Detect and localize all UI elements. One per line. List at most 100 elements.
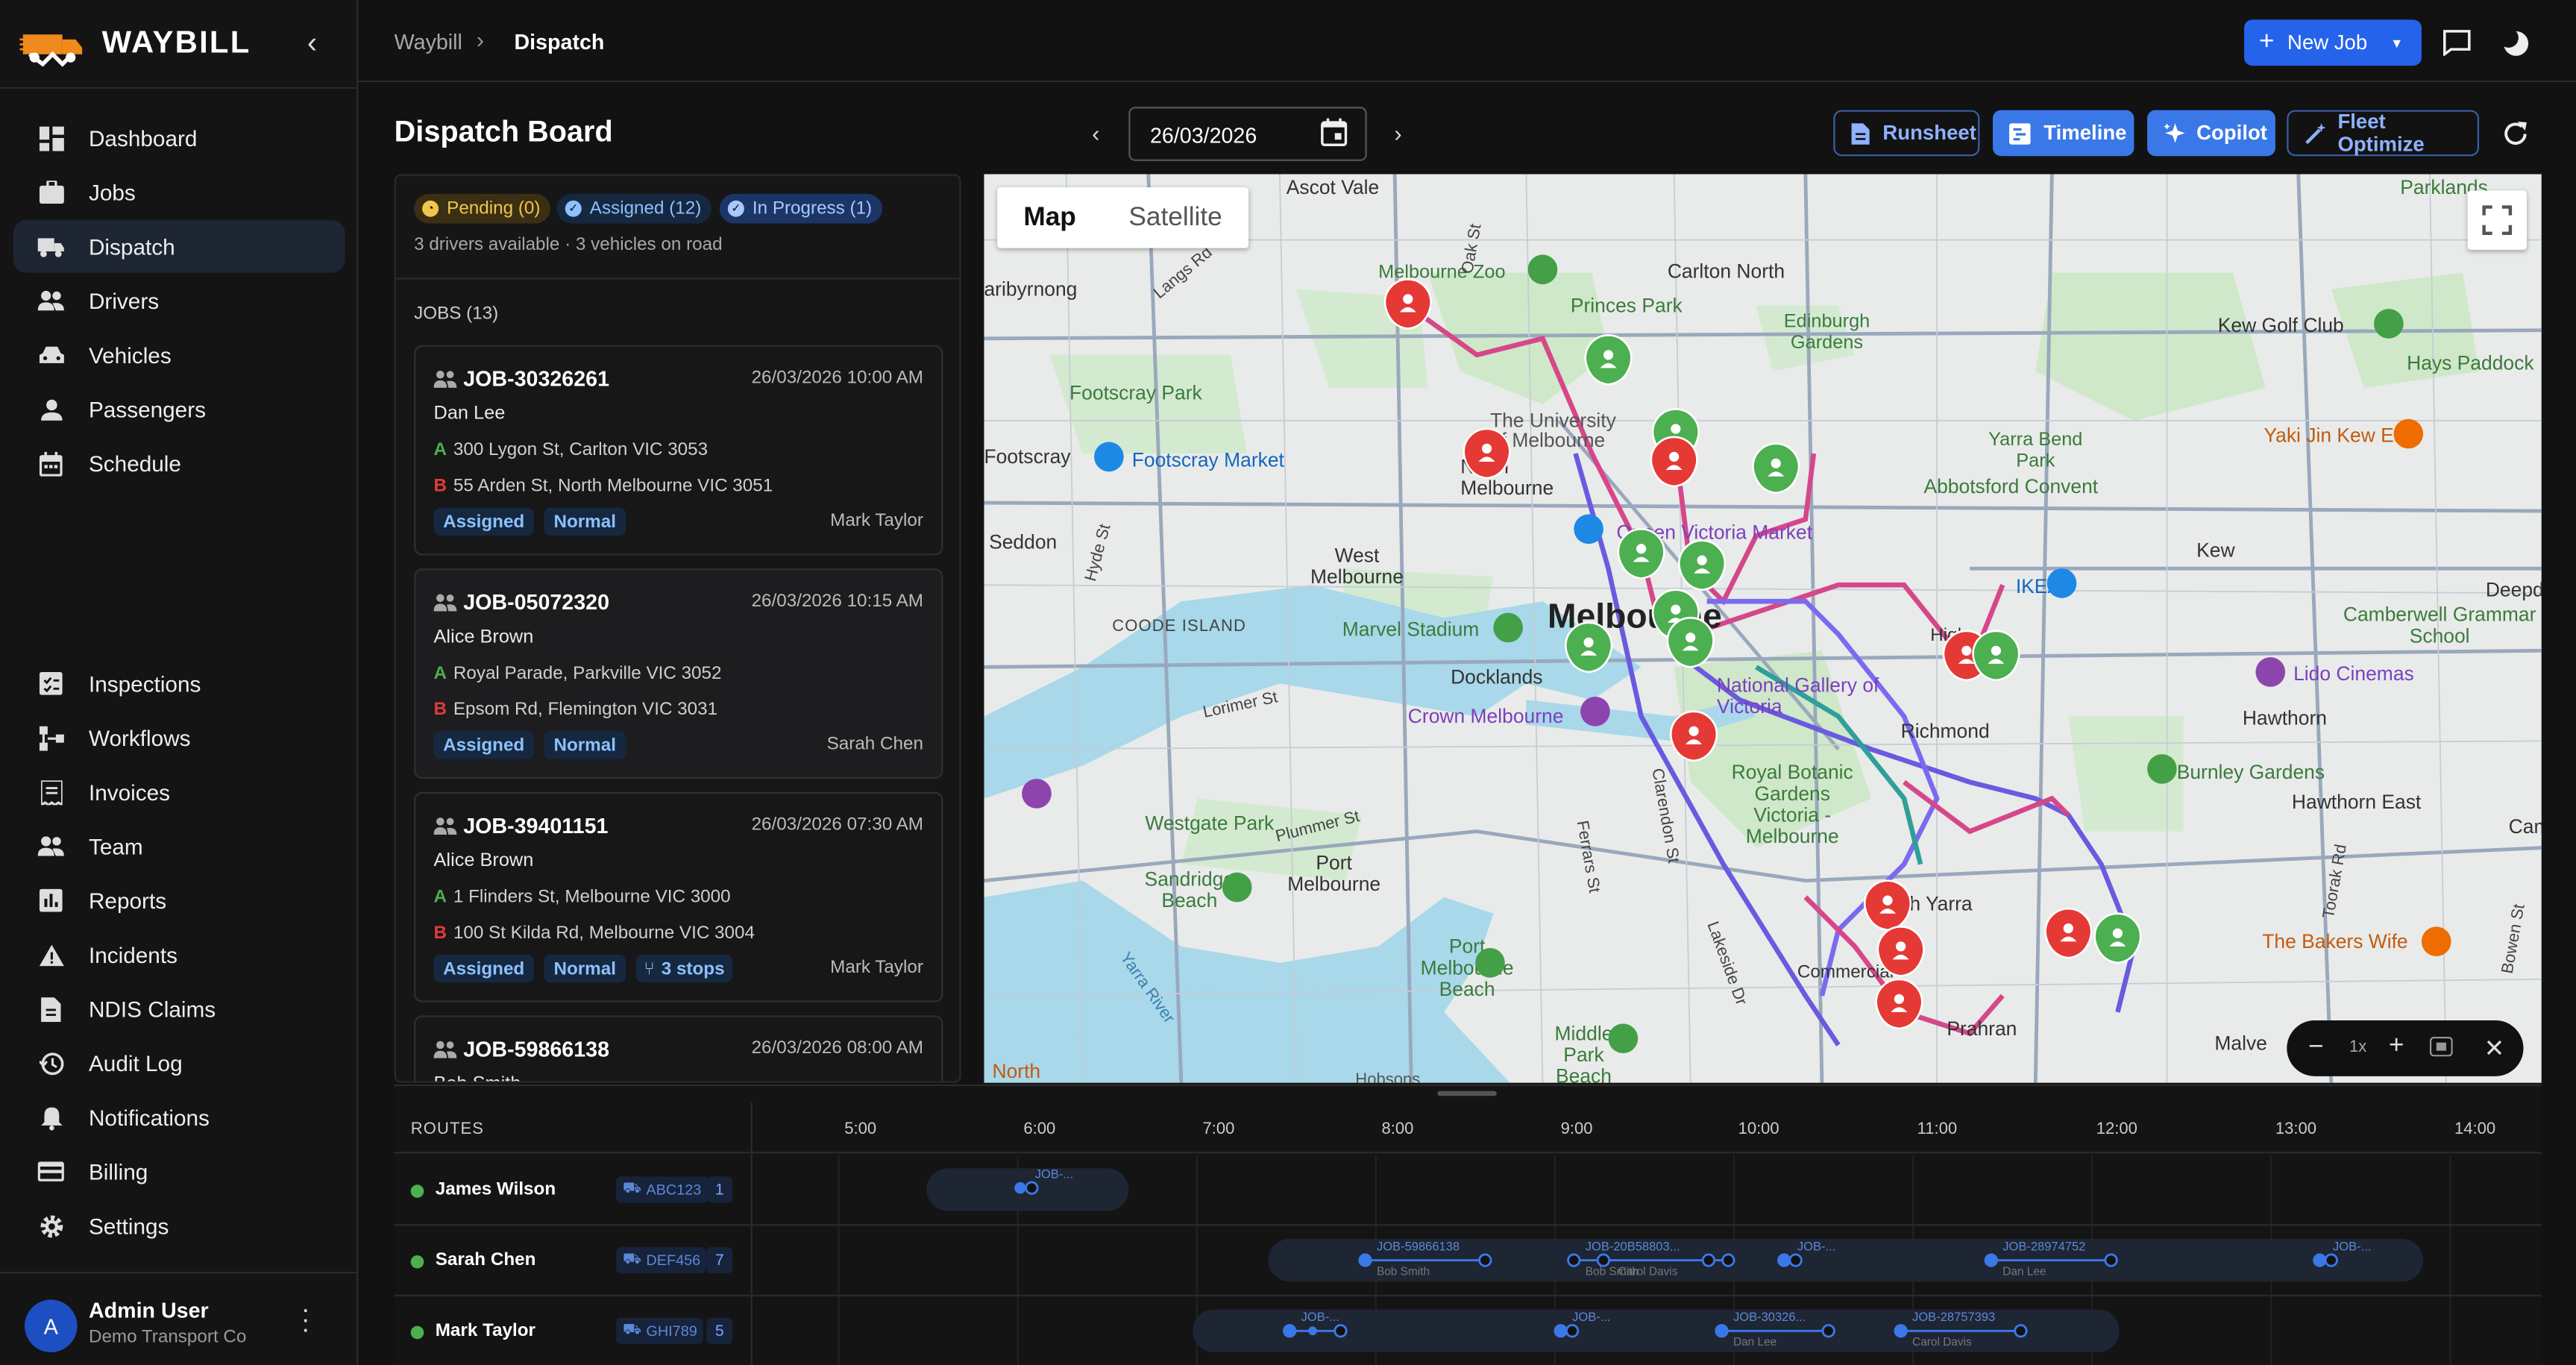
map-tab[interactable]: Map bbox=[997, 187, 1102, 248]
fullscreen-icon[interactable] bbox=[2467, 190, 2527, 250]
time-tick: 8:00 bbox=[1381, 1120, 1414, 1139]
job-id: JOB-30326261 bbox=[463, 366, 610, 392]
sidebar-item-inspections[interactable]: Inspections bbox=[13, 657, 345, 709]
job-card[interactable]: JOB-59866138 26/03/2026 08:00 AM Bob Smi… bbox=[414, 1015, 943, 1082]
dropdown-arrow-icon[interactable]: ▼ bbox=[2390, 35, 2403, 50]
sidebar-item-incidents[interactable]: Incidents bbox=[13, 929, 345, 981]
route-row[interactable]: Mark Taylor ⛟ GHI789 5 JOB-... JOB-... JO… bbox=[395, 1296, 2542, 1365]
playback-controls: − 1x + ✕ bbox=[2287, 1020, 2524, 1076]
satellite-tab[interactable]: Satellite bbox=[1102, 187, 1248, 248]
status-badge: Assigned bbox=[433, 507, 534, 536]
zoom-out-icon[interactable]: − bbox=[2308, 1034, 2324, 1064]
job-segment-label[interactable]: JOB-... bbox=[1572, 1310, 1610, 1325]
map-label: Queen Victoria Market bbox=[1616, 521, 1813, 545]
sidebar-item-ndis-claims[interactable]: NDIS Claims bbox=[13, 982, 345, 1035]
sidebar-item-team[interactable]: Team bbox=[13, 820, 345, 872]
group-icon bbox=[433, 818, 457, 835]
assigned-chip[interactable]: ✓ Assigned (12) bbox=[556, 193, 711, 224]
map-label: North bbox=[992, 1059, 1041, 1083]
job-card[interactable]: JOB-30326261 26/03/2026 10:00 AM Dan Lee… bbox=[414, 345, 943, 556]
job-segment-label[interactable]: JOB-30326... bbox=[1733, 1310, 1806, 1325]
map-label: Marvel Stadium bbox=[1342, 618, 1480, 641]
copilot-button[interactable]: Copilot bbox=[2147, 110, 2275, 157]
map-type-toggle: Map Satellite bbox=[997, 187, 1249, 248]
sidebar-item-billing[interactable]: Billing bbox=[13, 1145, 345, 1197]
route-bar[interactable]: JOB-... JOB-... JOB-30326... Dan Lee JOB… bbox=[1193, 1309, 2120, 1352]
magic-wand-icon bbox=[2305, 122, 2326, 144]
job-segment-label[interactable]: JOB-28757393 bbox=[1912, 1310, 1995, 1325]
zoom-in-icon[interactable]: + bbox=[2389, 1032, 2404, 1061]
pending-chip[interactable]: ◔ Pending (0) bbox=[414, 193, 550, 224]
job-datetime: 26/03/2026 10:00 AM bbox=[751, 368, 923, 388]
group-icon bbox=[433, 370, 457, 388]
job-segment-label[interactable]: JOB-20B58803... bbox=[1586, 1239, 1680, 1254]
refresh-icon[interactable] bbox=[2497, 115, 2533, 151]
status-dot bbox=[410, 1255, 424, 1269]
copilot-label: Copilot bbox=[2196, 122, 2267, 145]
fleet-optimize-button[interactable]: Fleet Optimize bbox=[2287, 110, 2480, 157]
job-segment-label[interactable]: JOB-59866138 bbox=[1377, 1239, 1460, 1254]
plus-icon: + bbox=[2258, 28, 2275, 56]
new-job-button[interactable]: + New Job ▼ bbox=[2244, 19, 2422, 66]
dispatch-map[interactable]: Ascot Vale Parklands Carlton North Melbo… bbox=[984, 174, 2542, 1083]
group-icon bbox=[433, 1041, 457, 1058]
app-logo[interactable]: WAYBILL bbox=[19, 16, 251, 72]
map-label: Melbourne Zoo bbox=[1378, 263, 1506, 283]
map-label: Footscray Market bbox=[1131, 448, 1284, 472]
sidebar-item-audit-log[interactable]: Audit Log bbox=[13, 1037, 345, 1089]
job-segment-passenger: Dan Lee bbox=[1732, 1337, 1777, 1349]
sidebar-item-reports[interactable]: Reports bbox=[13, 874, 345, 926]
job-segment-label[interactable]: JOB-... bbox=[1797, 1239, 1835, 1254]
sidebar-item-passengers[interactable]: Passengers bbox=[13, 383, 345, 435]
calendar-icon[interactable] bbox=[1321, 118, 1348, 151]
sidebar-item-invoices[interactable]: Invoices bbox=[13, 766, 345, 818]
sidebar-item-label: Inspections bbox=[88, 671, 201, 696]
avatar: A bbox=[25, 1299, 78, 1352]
sidebar-item-drivers[interactable]: Drivers bbox=[13, 274, 345, 327]
sidebar-item-settings[interactable]: Settings bbox=[13, 1199, 345, 1252]
sidebar-item-dashboard[interactable]: Dashboard bbox=[13, 112, 345, 164]
route-bar[interactable]: JOB-59866138 Bob Smith JOB-20B58803... B… bbox=[1268, 1238, 2424, 1282]
fleet-optimize-label: Fleet Optimize bbox=[2337, 110, 2425, 157]
job-card[interactable]: JOB-05072320 26/03/2026 10:15 AM Alice B… bbox=[414, 568, 943, 779]
timeline-header: ROUTES 5:00 6:00 7:00 8:00 9:00 10:00 11… bbox=[394, 1102, 2542, 1154]
next-date-icon[interactable]: › bbox=[1382, 115, 1415, 151]
user-profile[interactable]: A Admin User Demo Transport Co · · · bbox=[0, 1271, 359, 1365]
fit-screen-icon[interactable] bbox=[2429, 1036, 2453, 1061]
sidebar-item-dispatch[interactable]: Dispatch bbox=[13, 220, 345, 273]
sidebar-item-notifications[interactable]: Notifications bbox=[13, 1091, 345, 1143]
in-progress-chip[interactable]: ✓ In Progress (1) bbox=[719, 193, 882, 224]
sidebar-item-label: Workflows bbox=[88, 725, 191, 750]
sidebar-item-jobs[interactable]: Jobs bbox=[13, 166, 345, 218]
checklist-icon bbox=[38, 671, 64, 697]
map-label: th Yarra bbox=[1904, 892, 1973, 915]
time-tick: 10:00 bbox=[1738, 1120, 1779, 1139]
job-segment-label[interactable]: JOB-... bbox=[2333, 1239, 2371, 1254]
route-row[interactable]: Sarah Chen ⛟ DEF456 7 JOB-59866138 Bob Sm… bbox=[394, 1226, 2542, 1297]
routes-header: ROUTES bbox=[410, 1120, 485, 1139]
map-label: Middle Park Beach bbox=[1554, 1022, 1613, 1083]
collapse-sidebar-button[interactable]: ‹ bbox=[296, 23, 329, 63]
sidebar-item-label: Dispatch bbox=[88, 233, 175, 259]
timeline-resize-handle[interactable] bbox=[1437, 1091, 1497, 1096]
job-segment-label[interactable]: JOB-28974752 bbox=[2002, 1239, 2085, 1254]
job-segment-label[interactable]: JOB-... bbox=[1301, 1310, 1339, 1325]
route-row[interactable]: James Wilson ⛟ ABC123 1 JOB-... bbox=[394, 1155, 2542, 1226]
date-field[interactable]: 26/03/2026 bbox=[1128, 107, 1367, 161]
route-bar[interactable]: JOB-... bbox=[926, 1167, 1129, 1211]
dark-mode-icon[interactable] bbox=[2497, 25, 2533, 60]
runsheet-button[interactable]: Runsheet bbox=[1833, 110, 1980, 157]
sidebar-item-schedule[interactable]: Schedule bbox=[13, 437, 345, 489]
sidebar-item-vehicles[interactable]: Vehicles bbox=[13, 329, 345, 381]
close-icon[interactable]: ✕ bbox=[2484, 1034, 2505, 1063]
prev-date-icon[interactable]: ‹ bbox=[1079, 115, 1112, 151]
breadcrumb-waybill[interactable]: Waybill bbox=[395, 30, 462, 54]
sidebar-item-workflows[interactable]: Workflows bbox=[13, 712, 345, 764]
more-vert-icon[interactable]: · · · bbox=[296, 1297, 315, 1343]
assigned-driver: Sarah Chen bbox=[826, 734, 923, 755]
chat-icon[interactable] bbox=[2438, 25, 2474, 60]
job-card[interactable]: JOB-39401151 26/03/2026 07:30 AM Alice B… bbox=[414, 791, 943, 1002]
timeline-button[interactable]: Timeline bbox=[1992, 110, 2134, 157]
map-label: Cam bbox=[2508, 815, 2542, 838]
jobs-count-header: JOBS (13) bbox=[414, 304, 499, 324]
